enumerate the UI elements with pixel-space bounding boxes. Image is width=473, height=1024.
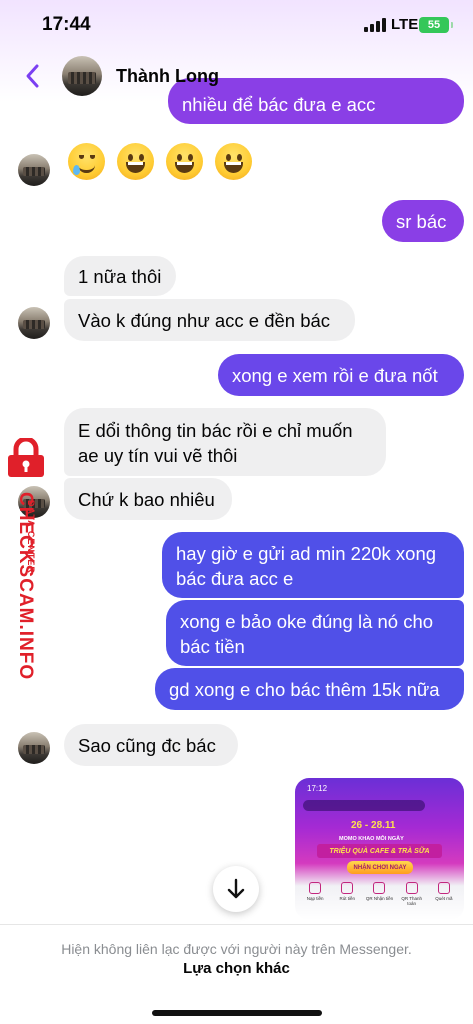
emoji-message[interactable] (68, 143, 252, 180)
message-bubble-incoming[interactable]: Vào k đúng như acc e đền bác (64, 299, 355, 341)
status-time: 17:44 (42, 14, 91, 35)
contact-name[interactable]: Thành Long (116, 66, 219, 87)
chat-footer: Hiện không liên lạc được với người này t… (0, 924, 473, 1024)
watermark-checkscam: DATA CENTER CHECKSCAM.INFO (0, 436, 56, 680)
sender-avatar[interactable] (18, 154, 50, 186)
sender-avatar[interactable] (18, 307, 50, 339)
attachment-time: 17:12 (307, 784, 328, 793)
signal-icon (364, 18, 386, 32)
contact-avatar[interactable] (62, 56, 102, 96)
home-indicator[interactable] (152, 1010, 322, 1016)
message-text: hay giờ e gửi ad min 220k xong bác đưa a… (176, 543, 437, 589)
message-text: xong e bảo oke đúng là nó cho bác tiền (180, 611, 434, 657)
qr-receive-icon: QR Nhận tiền (365, 882, 393, 906)
message-text: Vào k đúng như acc e đền bác (78, 309, 331, 331)
back-chevron-icon[interactable] (22, 62, 44, 90)
message-bubble-incoming[interactable]: 1 nữa thôi (64, 256, 176, 296)
message-text: E dổi thông tin bác rồi e chỉ muốn ae uy… (78, 420, 353, 466)
message-bubble-outgoing[interactable]: gd xong e cho bác thêm 15k nữa (155, 668, 464, 710)
message-text: Chứ k bao nhiêu (78, 488, 215, 510)
image-attachment[interactable]: 17:12 26 - 28.11 MOMO KHAO MỖI NGÀY TRIỆ… (295, 778, 464, 920)
attachment-search-bar (303, 800, 425, 811)
status-bar: 17:44 LTE 55 (0, 0, 473, 50)
network-type: LTE (391, 16, 419, 33)
message-bubble-outgoing[interactable]: xong e bảo oke đúng là nó cho bác tiền (166, 600, 464, 666)
message-text: sr bác (396, 210, 447, 232)
message-bubble-incoming[interactable]: Chứ k bao nhiêu (64, 478, 232, 520)
scan-icon: Quét mã (430, 882, 458, 906)
grinning-face-icon (117, 143, 154, 180)
attachment-banner: TRIỆU QUÀ CAFE & TRÀ SỮA (317, 844, 442, 858)
message-text: 1 nữa thôi (78, 265, 162, 287)
attachment-cta: NHẬN CHƠI NGAY (347, 861, 413, 874)
attachment-banner-text: TRIỆU QUÀ CAFE & TRÀ SỮA (329, 847, 430, 855)
grinning-face-icon (166, 143, 203, 180)
attachment-subtitle: MOMO KHAO MỖI NGÀY (339, 836, 404, 842)
watermark-brand: CHECKSCAM.INFO (15, 492, 36, 681)
smiling-face-with-tear-icon (68, 143, 105, 180)
qr-pay-icon: QR Thanh toán (398, 882, 426, 906)
lock-icon (8, 438, 44, 477)
other-options-link[interactable]: Lựa chọn khác (0, 960, 473, 977)
message-text: gd xong e cho bác thêm 15k nữa (169, 678, 440, 700)
battery-icon: 55 (419, 17, 453, 33)
message-bubble-outgoing[interactable]: sr bác (382, 200, 464, 242)
attachment-cta-text: NHẬN CHƠI NGAY (353, 864, 407, 871)
message-bubble-outgoing[interactable]: hay giờ e gửi ad min 220k xong bác đưa a… (162, 532, 464, 598)
attachment-icon-row: Nạp tiền Rút tiền QR Nhận tiền QR Thanh … (295, 882, 464, 906)
sender-avatar[interactable] (18, 732, 50, 764)
scroll-to-bottom-button[interactable] (213, 866, 259, 912)
deposit-icon: Nạp tiền (301, 882, 329, 906)
arrow-down-icon (227, 878, 245, 899)
message-bubble-incoming[interactable]: Sao cũng đc bác (64, 724, 238, 766)
message-text: xong e xem rồi e đưa nốt (232, 364, 438, 386)
attachment-date: 26 - 28.11 (351, 820, 396, 831)
withdraw-icon: Rút tiền (333, 882, 361, 906)
message-bubble-incoming[interactable]: E dổi thông tin bác rồi e chỉ muốn ae uy… (64, 408, 386, 476)
chat-header: Thành Long (0, 50, 473, 102)
grinning-face-icon (215, 143, 252, 180)
unavailable-notice: Hiện không liên lạc được với người này t… (61, 941, 412, 957)
battery-level: 55 (427, 19, 441, 31)
message-text: Sao cũng đc bác (78, 734, 216, 756)
message-bubble-outgoing[interactable]: xong e xem rồi e đưa nốt (218, 354, 464, 396)
